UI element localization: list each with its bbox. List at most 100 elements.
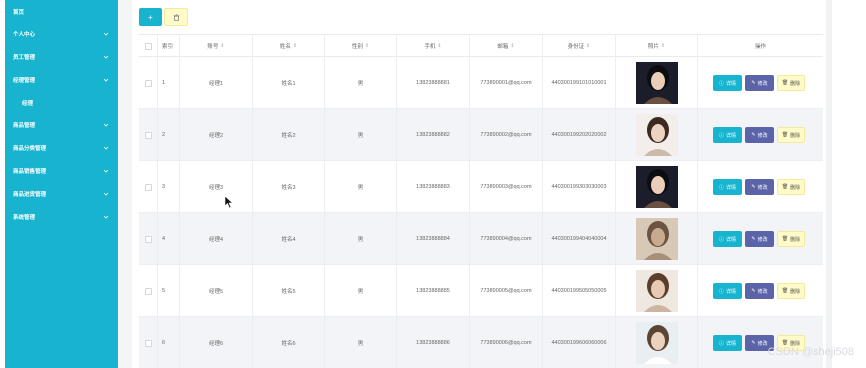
edit-button[interactable]: ✎ 修改 — [745, 231, 774, 247]
sidebar-item[interactable]: 首页 — [5, 5, 118, 19]
cell-phone: 13823888886 — [397, 317, 470, 368]
detail-button[interactable]: ⓘ 详情 — [713, 179, 742, 195]
detail-button[interactable]: ⓘ 详情 — [713, 75, 742, 91]
chevron-down-icon — [103, 55, 109, 59]
table-row: 5 经理5 姓名5 男 13823888885 773890005@qq.com 44030… — [139, 265, 823, 317]
sort-icon: ⇕ — [220, 43, 225, 49]
delete-button[interactable]: 🗑 删除 — [777, 75, 805, 91]
cell-name: 姓名4 — [253, 213, 325, 265]
header-account[interactable]: 账号 ⇕ — [180, 35, 253, 57]
info-icon: ⓘ — [718, 184, 724, 191]
row-select-cell — [139, 265, 158, 317]
row-select-cell — [139, 57, 158, 109]
add-button[interactable]: + — [139, 8, 162, 26]
detail-button[interactable]: ⓘ 详情 — [713, 127, 742, 143]
trash-icon: 🗑 — [781, 236, 789, 242]
actions-cell: ⓘ 详情 ✎ 修改 🗑 删除 — [698, 317, 823, 368]
header-name[interactable]: 姓名 ⇕ — [253, 35, 325, 57]
sort-icon: ⇕ — [364, 43, 370, 49]
header-phone[interactable]: 手机 ⇕ — [397, 35, 470, 57]
cell-account: 经理5 — [180, 265, 253, 317]
edit-icon: ✎ — [751, 340, 756, 346]
sidebar-item[interactable]: 商品销售管理 — [5, 164, 118, 178]
cell-name: 姓名5 — [253, 265, 325, 317]
header-gender[interactable]: 性别 ⇕ — [325, 35, 397, 57]
cell-email: 773890005@qq.com — [470, 265, 543, 317]
chevron-down-icon — [103, 215, 109, 219]
delete-button[interactable]: 🗑 删除 — [777, 179, 805, 195]
table-row: 2 经理2 姓名2 男 13823888882 773890002@qq.com 44030… — [139, 109, 823, 161]
row-checkbox[interactable] — [144, 131, 152, 139]
cell-name: 姓名6 — [253, 317, 325, 368]
sidebar-item[interactable]: 系统管理 — [5, 210, 118, 224]
cell-account: 经理2 — [180, 109, 253, 161]
table-header: 索引 账号 ⇕ 姓名 ⇕ 性别 ⇕ 手机 ⇕ 邮箱 ⇕ 身份证 ⇕ 照片 ⇕ 操作 — [139, 35, 823, 57]
trash-icon: 🗑 — [781, 288, 789, 294]
edit-button[interactable]: ✎ 修改 — [745, 127, 774, 143]
sidebar-item[interactable]: 经理管理 — [5, 73, 118, 87]
delete-button[interactable]: 🗑 删除 — [777, 231, 805, 247]
sidebar-item-label: 商品管理 — [13, 123, 36, 129]
sidebar-item[interactable]: 个人中心 — [5, 27, 118, 41]
edit-button[interactable]: ✎ 修改 — [745, 179, 774, 195]
edit-icon: ✎ — [751, 80, 756, 86]
cell-email: 773890006@qq.com — [470, 317, 543, 368]
delete-button[interactable]: 🗑 删除 — [777, 127, 805, 143]
row-checkbox[interactable] — [144, 235, 152, 243]
cell-account: 经理3 — [180, 161, 253, 213]
cell-index: 4 — [158, 213, 180, 265]
cell-gender: 男 — [325, 109, 397, 161]
edit-icon: ✎ — [751, 132, 756, 138]
chevron-down-icon — [103, 192, 109, 196]
sidebar-item[interactable]: 商品管理 — [5, 118, 118, 132]
cell-phone: 13823888883 — [397, 161, 470, 213]
detail-button[interactable]: ⓘ 详情 — [713, 231, 742, 247]
delete-button-label: 删除 — [790, 288, 801, 295]
info-icon: ⓘ — [718, 80, 724, 87]
photo-cell — [616, 317, 698, 368]
detail-button-label: 详情 — [726, 236, 737, 243]
trash-icon: 🗑 — [781, 184, 789, 190]
header-photo[interactable]: 照片 ⇕ — [616, 35, 698, 57]
avatar — [635, 114, 678, 156]
delete-button-label: 删除 — [790, 184, 801, 191]
edit-icon: ✎ — [751, 236, 756, 242]
sidebar-item[interactable]: 商品分类管理 — [5, 141, 118, 155]
header-email[interactable]: 邮箱 ⇕ — [470, 35, 543, 57]
cell-account: 经理6 — [180, 317, 253, 368]
sidebar-item[interactable]: 员工管理 — [5, 50, 118, 64]
row-checkbox[interactable] — [144, 183, 152, 191]
row-checkbox[interactable] — [144, 79, 152, 87]
sidebar-item[interactable]: 经理 — [5, 96, 118, 110]
header-id-card[interactable]: 身份证 ⇕ — [543, 35, 616, 57]
row-checkbox[interactable] — [144, 287, 152, 295]
avatar — [635, 218, 678, 260]
sort-icon: ⇕ — [510, 43, 515, 49]
edit-button[interactable]: ✎ 修改 — [745, 75, 774, 91]
detail-button-label: 详情 — [726, 184, 737, 191]
trash-icon: 🗑 — [781, 80, 789, 86]
sidebar-item-label: 经理 — [22, 101, 34, 107]
detail-button-label: 详情 — [726, 340, 737, 347]
select-all-cell — [139, 35, 158, 57]
detail-button[interactable]: ⓘ 详情 — [713, 335, 742, 351]
batch-delete-button[interactable] — [164, 8, 188, 26]
manager-table: 索引 账号 ⇕ 姓名 ⇕ 性别 ⇕ 手机 ⇕ 邮箱 ⇕ 身份证 ⇕ 照片 ⇕ 操作 1 经理1 姓… — [139, 34, 823, 368]
delete-button[interactable]: 🗑 删除 — [777, 283, 805, 299]
row-select-cell — [139, 317, 158, 368]
delete-button-label: 删除 — [790, 236, 801, 243]
scrollbar-track[interactable] — [826, 0, 832, 368]
edit-button-label: 修改 — [757, 184, 768, 191]
row-checkbox[interactable] — [144, 339, 152, 347]
cell-email: 773890004@qq.com — [470, 213, 543, 265]
cell-index: 6 — [158, 317, 180, 368]
cell-id-card: 440300199606060006 — [543, 317, 616, 368]
edit-button[interactable]: ✎ 修改 — [745, 283, 774, 299]
sidebar-item-label: 商品销售管理 — [13, 169, 47, 175]
detail-button-label: 详情 — [726, 80, 737, 87]
select-all-checkbox[interactable] — [144, 42, 152, 50]
cell-id-card: 440300199404040004 — [543, 213, 616, 265]
sidebar-item[interactable]: 商品进货管理 — [5, 187, 118, 201]
cell-email: 773890003@qq.com — [470, 161, 543, 213]
detail-button[interactable]: ⓘ 详情 — [713, 283, 742, 299]
